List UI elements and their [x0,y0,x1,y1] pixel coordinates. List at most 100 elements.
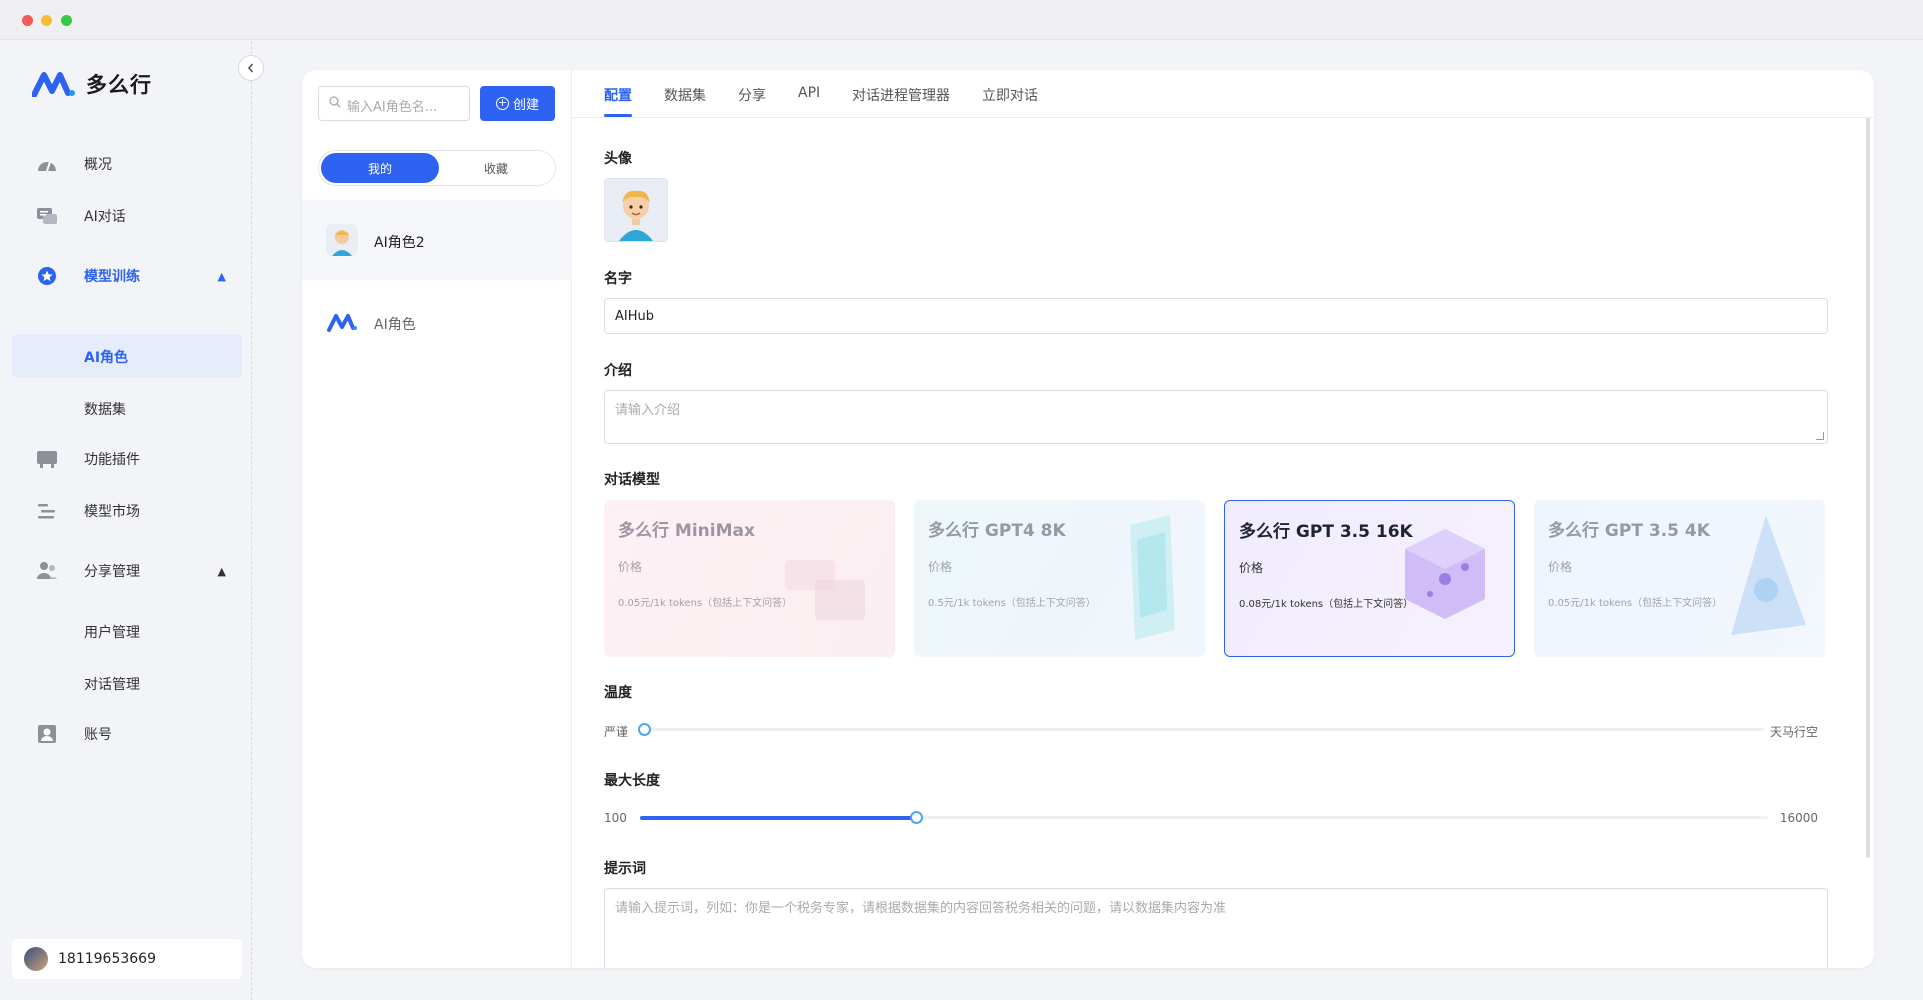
model-title: 多么行 GPT 3.5 16K [1239,522,1413,542]
model-label: 对话模型 [604,472,660,488]
brand-logo-icon [327,314,357,332]
name-input[interactable]: AIHub [604,298,1828,334]
sidebar-item-model-training[interactable]: 模型训练 ▲ [12,254,242,298]
plugin-icon [37,451,57,468]
max-length-label: 最大长度 [604,773,660,789]
crystal-slab-illustration [1130,515,1175,640]
temperature-slider: 严谨 天马行空 [604,718,1828,742]
segment-mine[interactable]: 我的 [321,153,439,183]
sidebar-item-share-management[interactable]: 分享管理 ▲ [12,549,242,593]
role-list-panel: 输入AI角色名... + 创建 我的 收藏 AI角色2 AI角色 [302,70,572,968]
resize-handle-icon[interactable] [1816,432,1824,440]
model-card-gpt35-4k[interactable]: 多么行 GPT 3.5 4K 价格 0.05元/1k tokens（包括上下文问… [1534,500,1825,657]
brand-logo[interactable]: 多么行 [32,69,152,99]
minimize-window-button[interactable] [41,15,52,26]
brand-name: 多么行 [86,73,152,97]
model-card-minimax[interactable]: 多么行 MiniMax 价格 0.05元/1k tokens（包括上下文问答） [604,500,895,657]
tab-config[interactable]: 配置 [604,85,632,105]
sidebar-subitem-user-management[interactable]: 用户管理 [12,609,242,653]
tab-api[interactable]: API [798,85,820,101]
sidebar: 多么行 概况 AI对话 模型训练 ▲ AI角色 数据集 功能插件 模型市场 分享… [0,41,264,1000]
sidebar-subitem-chat-management[interactable]: 对话管理 [12,661,242,705]
sidebar-item-overview[interactable]: 概况 [12,142,242,186]
model-price-label: 价格 [618,560,643,574]
model-price: 0.5元/1k tokens（包括上下文问答） [928,598,1096,609]
role-avatar [326,224,358,256]
active-tab-indicator [604,114,632,117]
model-price-label: 价格 [928,560,953,574]
max-length-slider: 100 16000 [604,806,1828,830]
model-title: 多么行 GPT 3.5 4K [1548,521,1710,541]
sidebar-item-label: 账号 [84,727,112,743]
segment-favorites[interactable]: 收藏 [437,153,555,183]
create-role-button[interactable]: + 创建 [480,86,555,121]
sidebar-item-market[interactable]: 模型市场 [12,489,242,533]
close-window-button[interactable] [22,15,33,26]
sidebar-subitem-label: 用户管理 [84,625,140,641]
create-button-label: 创建 [512,98,539,113]
chevron-up-icon: ▲ [217,564,226,578]
sidebar-item-label: 分享管理 [84,564,140,580]
vertical-scrollbar[interactable] [1866,118,1870,858]
sidebar-item-label: 模型市场 [84,504,140,520]
sidebar-item-label: 功能插件 [84,452,140,468]
chevron-left-icon [247,63,254,73]
model-title: 多么行 MiniMax [618,521,755,541]
intro-label: 介绍 [604,363,632,379]
sidebar-item-account[interactable]: 账号 [12,712,242,756]
name-label: 名字 [604,271,632,287]
sidebar-item-ai-chat[interactable]: AI对话 [12,194,242,238]
window-titlebar [0,0,1923,40]
collapse-sidebar-button[interactable] [238,55,264,81]
temperature-track[interactable] [644,728,1764,731]
role-name: AI角色 [374,317,416,333]
model-card-gpt4-8k[interactable]: 多么行 GPT4 8K 价格 0.5元/1k tokens（包括上下文问答） [914,500,1205,657]
role-list-item[interactable]: AI角色2 [302,200,572,280]
sidebar-subitem-ai-role[interactable]: AI角色 [12,334,242,378]
users-icon [37,562,57,579]
main-card: 输入AI角色名... + 创建 我的 收藏 AI角色2 AI角色 配置 数据集 … [302,70,1874,968]
search-placeholder: 输入AI角色名... [347,100,438,115]
tab-process-manager[interactable]: 对话进程管理器 [852,85,950,105]
role-name: AI角色2 [374,235,425,251]
model-price-label: 价格 [1548,560,1573,574]
market-icon [38,504,55,519]
config-tabs: 配置 数据集 分享 API 对话进程管理器 立即对话 [572,70,1874,118]
max-length-max-label: 16000 [1779,811,1818,825]
model-price: 0.05元/1k tokens（包括上下文问答） [1548,598,1723,609]
avatar-label: 头像 [604,151,632,167]
temperature-label: 温度 [604,685,632,701]
role-avatar-upload[interactable] [604,178,668,242]
role-list-item[interactable]: AI角色 [302,282,572,362]
sidebar-subitem-dataset[interactable]: 数据集 [12,386,242,430]
model-price-label: 价格 [1239,561,1264,575]
sidebar-item-label: AI对话 [84,209,126,225]
model-price: 0.08元/1k tokens（包括上下文问答） [1239,599,1414,610]
temperature-handle[interactable] [638,723,651,736]
temperature-min-label: 严谨 [604,725,629,739]
dashboard-icon [38,161,56,172]
search-icon [329,96,341,108]
tab-share[interactable]: 分享 [738,85,766,105]
role-search-input[interactable]: 输入AI角色名... [318,86,470,121]
tab-dataset[interactable]: 数据集 [664,85,706,105]
sidebar-subitem-label: AI角色 [84,350,129,366]
role-config-panel: 配置 数据集 分享 API 对话进程管理器 立即对话 头像 名字 AIHub 介… [572,70,1874,968]
max-length-fill [640,816,917,820]
prompt-placeholder: 请输入提示词，列如：你是一个税务专家，请根据数据集的内容回答税务相关的问题，请以… [615,901,1227,916]
prompt-textarea[interactable]: 请输入提示词，列如：你是一个税务专家，请根据数据集的内容回答税务相关的问题，请以… [604,888,1828,968]
tab-chat-now[interactable]: 立即对话 [982,85,1038,105]
pyramid-crystal-illustration [1731,515,1806,635]
intro-placeholder: 请输入介绍 [615,403,681,418]
sidebar-item-label: 概况 [84,157,112,173]
model-card-gpt35-16k[interactable]: 多么行 GPT 3.5 16K 价格 0.08元/1k tokens（包括上下文… [1224,500,1515,657]
sidebar-item-plugins[interactable]: 功能插件 [12,437,242,481]
chat-icon [37,208,57,224]
role-filter-segmented: 我的 收藏 [318,150,556,186]
maximize-window-button[interactable] [61,15,72,26]
user-profile-chip[interactable]: 18119653669 [12,939,242,979]
max-length-handle[interactable] [910,811,924,824]
prompt-label: 提示词 [604,861,646,877]
plus-circle-icon: + [495,96,509,110]
intro-textarea[interactable]: 请输入介绍 [604,390,1828,444]
